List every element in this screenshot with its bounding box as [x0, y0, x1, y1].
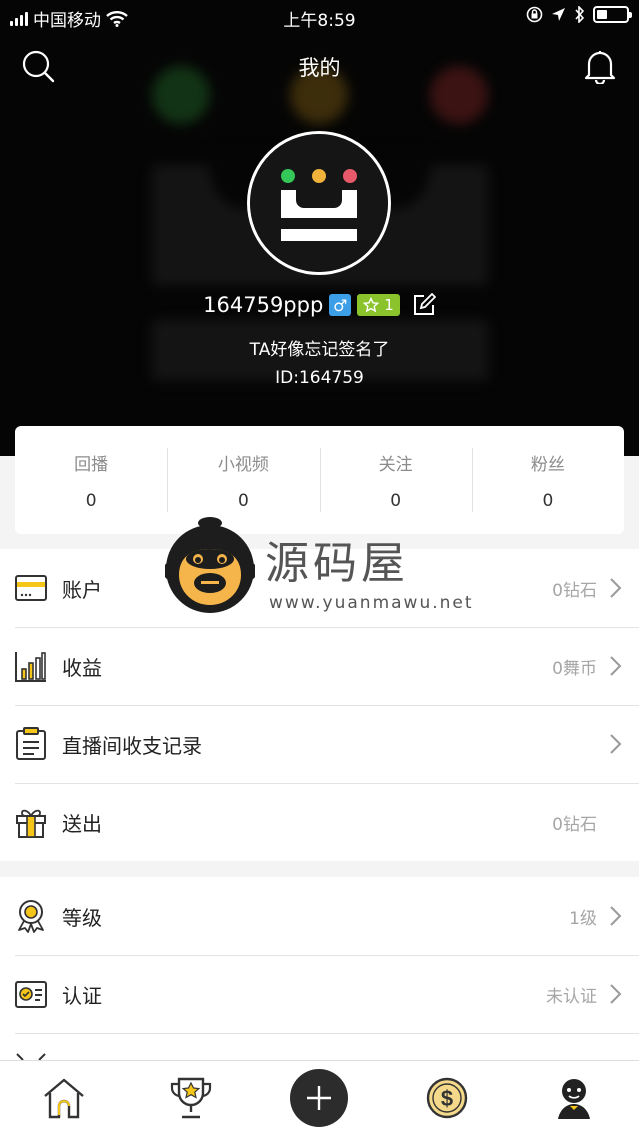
menu-label: 认证	[62, 983, 102, 1008]
menu-item-verification[interactable]: 认证 未认证	[0, 955, 639, 1033]
stat-fans[interactable]: 粉丝 0	[471, 426, 624, 534]
trophy-icon[interactable]	[168, 1075, 214, 1121]
page-title: 我的	[298, 56, 341, 80]
menu-value: 1级	[569, 908, 597, 929]
wallet-icon	[15, 575, 47, 601]
menu-label: 收益	[62, 655, 102, 680]
crown-logo-icon	[250, 134, 388, 272]
menu-item-live-records[interactable]: 直播间收支记录	[0, 705, 639, 783]
coin-icon[interactable]: $	[424, 1075, 470, 1121]
menu-group-profile: 等级 1级 认证 未认证	[0, 877, 639, 1073]
stat-label: 粉丝	[530, 455, 565, 475]
profile-header: 中国移动 上午8:59 我的 164759ppp ♂ 1 TA好像忘记签名了 I…	[0, 0, 639, 456]
bell-icon[interactable]	[583, 48, 617, 84]
chevron-right-icon	[610, 734, 622, 754]
level-badge: 1	[357, 294, 400, 316]
chevron-right-icon	[610, 578, 622, 598]
watermark: 源码屋 www.yuanmawu.net	[163, 517, 485, 621]
menu-value: 0舞币	[552, 658, 597, 679]
bar-chart-icon	[15, 652, 46, 682]
menu-label: 等级	[62, 905, 102, 930]
menu-label: 送出	[62, 811, 102, 836]
battery-icon	[593, 6, 632, 23]
menu-item-sent[interactable]: 送出 0钻石	[0, 783, 639, 861]
nav-bar: 我的	[0, 44, 639, 88]
tab-bar: $	[0, 1060, 639, 1136]
watermark-url: www.yuanmawu.net	[269, 593, 474, 613]
chevron-right-icon	[610, 906, 622, 926]
menu-label: 直播间收支记录	[62, 733, 202, 758]
medal-icon	[18, 900, 44, 933]
chevron-right-icon	[610, 656, 622, 676]
menu-value: 0钻石	[552, 814, 597, 835]
id-card-icon	[15, 981, 47, 1008]
avatar[interactable]	[247, 131, 391, 275]
gender-male-icon: ♂	[329, 294, 352, 316]
svg-text:$: $	[441, 1086, 453, 1111]
profile-screen: 中国移动 上午8:59 我的 164759ppp ♂ 1 TA好像忘记签名了 I…	[0, 0, 639, 1136]
chevron-right-icon	[610, 984, 622, 1004]
menu-value: 未认证	[546, 986, 597, 1007]
star-icon	[363, 297, 380, 313]
stat-label: 回播	[74, 455, 109, 475]
clipboard-icon	[16, 727, 46, 760]
stat-label: 小视频	[217, 455, 269, 475]
menu-item-earnings[interactable]: 收益 0舞币	[0, 627, 639, 705]
stat-value: 0	[237, 491, 249, 511]
home-icon[interactable]	[41, 1075, 87, 1121]
menu-value: 0钻石	[552, 580, 597, 601]
monkey-logo-icon	[163, 517, 257, 613]
create-live-button[interactable]	[290, 1069, 348, 1127]
stat-label: 关注	[378, 455, 413, 475]
stat-value: 0	[390, 491, 402, 511]
stat-value: 0	[85, 491, 97, 511]
location-icon	[552, 8, 565, 21]
status-right	[526, 6, 632, 23]
signature: TA好像忘记签名了	[249, 340, 390, 360]
bluetooth-icon	[575, 6, 585, 23]
profile-icon[interactable]	[551, 1075, 597, 1121]
stat-replay[interactable]: 回播 0	[15, 426, 167, 534]
username: 164759ppp	[203, 293, 324, 317]
menu-item-level[interactable]: 等级 1级	[0, 877, 639, 955]
user-info-row: 164759ppp ♂ 1	[0, 293, 639, 317]
plus-icon	[307, 1086, 331, 1110]
gift-icon	[16, 809, 46, 838]
edit-icon[interactable]	[412, 293, 436, 317]
user-id: ID:164759	[275, 368, 364, 388]
status-bar: 中国移动 上午8:59	[0, 0, 639, 34]
rotation-lock-icon	[526, 6, 543, 23]
stat-value: 0	[542, 491, 554, 511]
watermark-text: 源码屋	[265, 538, 409, 589]
level-number: 1	[384, 296, 394, 314]
